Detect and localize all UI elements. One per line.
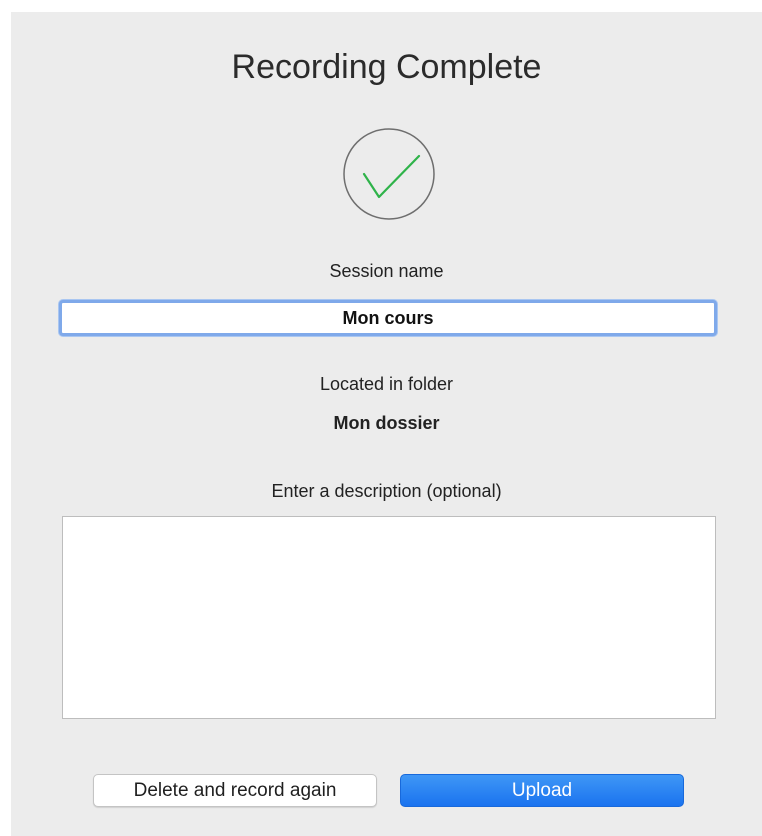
- session-name-label: Session name: [329, 261, 444, 281]
- dialog-title: Recording Complete: [231, 48, 542, 86]
- description-textarea[interactable]: [62, 516, 716, 719]
- folder-name: Mon dossier: [333, 413, 440, 433]
- check-icon: [342, 127, 436, 221]
- upload-button[interactable]: Upload: [400, 774, 684, 807]
- delete-and-record-again-button[interactable]: Delete and record again: [93, 774, 377, 807]
- recording-complete-dialog: Recording Complete Session name Located …: [11, 12, 762, 836]
- folder-label: Located in folder: [319, 374, 454, 394]
- session-name-input[interactable]: [59, 300, 717, 336]
- description-label: Enter a description (optional): [271, 481, 502, 501]
